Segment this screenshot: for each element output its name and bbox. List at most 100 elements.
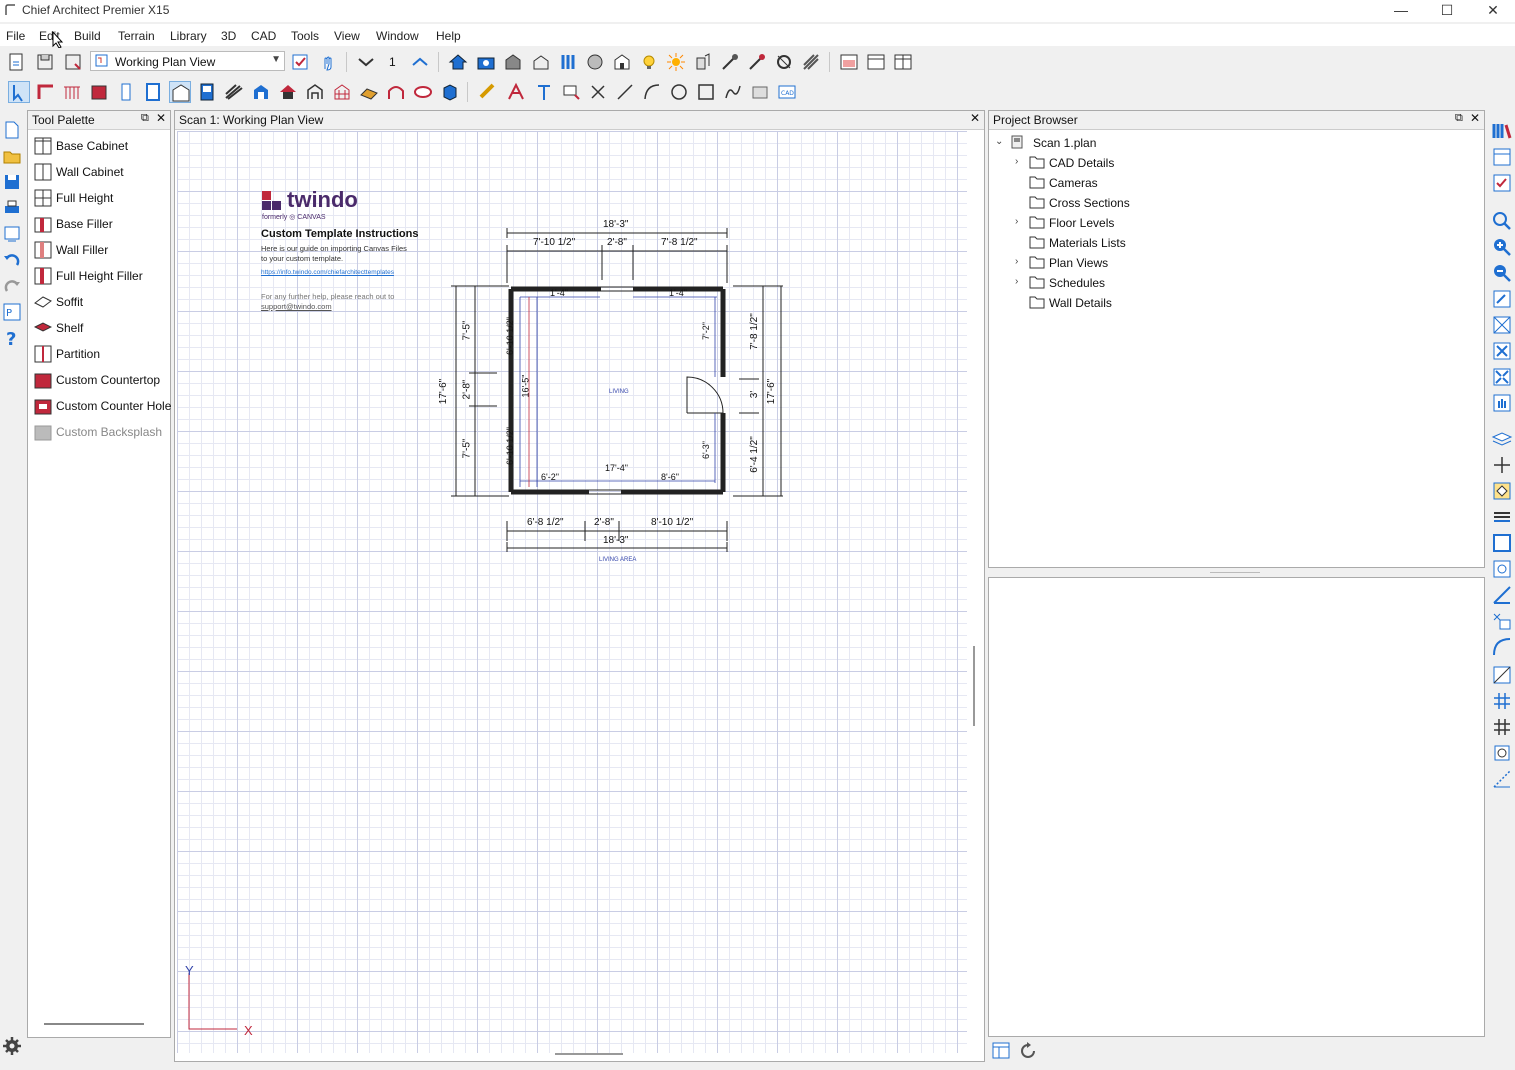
cross-section-icon[interactable]: [530, 51, 552, 73]
fixture-icon[interactable]: [250, 81, 272, 103]
close-window-button[interactable]: ✕: [1470, 0, 1515, 22]
maximize-button[interactable]: ☐: [1424, 0, 1470, 22]
zoom-in-icon[interactable]: [1491, 236, 1513, 258]
stripes-icon[interactable]: [800, 51, 822, 73]
fill-window-building-icon[interactable]: [1491, 340, 1513, 362]
help-icon[interactable]: ?: [2, 328, 22, 348]
cabinet-icon[interactable]: [88, 81, 110, 103]
angle-snap-icon[interactable]: [1491, 584, 1513, 606]
roof-icon[interactable]: [277, 81, 299, 103]
dormer-icon[interactable]: [304, 81, 326, 103]
callout-icon[interactable]: [560, 81, 582, 103]
minimize-button[interactable]: —: [1378, 0, 1424, 22]
print-preview-icon[interactable]: [2, 224, 22, 244]
menu-build[interactable]: Build: [74, 29, 101, 43]
close-palette-icon[interactable]: ✕: [156, 111, 166, 125]
circle-icon[interactable]: [668, 81, 690, 103]
render-icon[interactable]: [584, 51, 606, 73]
window-tile-icon[interactable]: [865, 51, 887, 73]
3d-box-icon[interactable]: [439, 81, 461, 103]
paint-icon[interactable]: [746, 51, 768, 73]
hand-select-icon[interactable]: [317, 51, 339, 73]
walkthrough-icon[interactable]: [557, 51, 579, 73]
slope-icon[interactable]: [1491, 768, 1513, 790]
cad-detail-icon[interactable]: CAD: [776, 81, 798, 103]
draw-walls-icon[interactable]: [35, 81, 57, 103]
menu-library[interactable]: Library: [170, 29, 207, 43]
gear-icon[interactable]: [2, 1036, 22, 1056]
floor-plan-drawing[interactable]: [175, 111, 984, 1061]
chevron-right-icon[interactable]: ›: [1015, 216, 1025, 227]
spline-icon[interactable]: [722, 81, 744, 103]
reference-display-icon[interactable]: P: [2, 302, 22, 322]
palette-item-wall-cabinet[interactable]: Wall Cabinet: [32, 161, 172, 185]
grid-snap-icon[interactable]: [1491, 664, 1513, 686]
palette-item-custom-countertop[interactable]: Custom Countertop: [32, 369, 172, 393]
rectangle-icon[interactable]: [695, 81, 717, 103]
palette-item-full-height-filler[interactable]: Full Height Filler: [32, 265, 172, 289]
object-snap-icon[interactable]: [1491, 480, 1513, 502]
cad-x-icon[interactable]: [587, 81, 609, 103]
snap-check-icon[interactable]: [1491, 610, 1513, 632]
chevron-down-icon[interactable]: ⌄: [995, 136, 1005, 147]
palette-item-base-filler[interactable]: Base Filler: [32, 213, 172, 237]
door-icon[interactable]: [142, 81, 164, 103]
close-browser-icon[interactable]: ✕: [1470, 111, 1480, 125]
fill-window-icon[interactable]: [1491, 314, 1513, 336]
window-icon[interactable]: [196, 81, 218, 103]
redo-icon[interactable]: [2, 276, 22, 296]
menu-help[interactable]: Help: [436, 29, 461, 43]
save-plan-icon[interactable]: [34, 51, 56, 73]
new-document-icon[interactable]: [2, 120, 22, 140]
crosshair-icon[interactable]: [1491, 454, 1513, 476]
text-arrow-icon[interactable]: [505, 81, 527, 103]
light-icon[interactable]: [638, 51, 660, 73]
view-select[interactable]: Working Plan View ▼: [90, 51, 285, 71]
reference-grid-icon[interactable]: [1491, 716, 1513, 738]
frame-icon[interactable]: [1491, 532, 1513, 554]
browser-view-icon[interactable]: [991, 1040, 1013, 1062]
split-view-icon[interactable]: [892, 51, 914, 73]
arch-icon[interactable]: [385, 81, 407, 103]
terrain-icon[interactable]: [358, 81, 380, 103]
palette-scrollbar[interactable]: [44, 1023, 144, 1025]
palette-item-partition[interactable]: Partition: [32, 343, 172, 367]
stairs-icon[interactable]: [223, 81, 245, 103]
doll-house-icon[interactable]: [502, 51, 524, 73]
undo-icon[interactable]: [2, 250, 22, 270]
palette-item-shelf[interactable]: Shelf: [32, 317, 172, 341]
railing-icon[interactable]: [61, 81, 83, 103]
palette-item-wall-filler[interactable]: Wall Filler: [32, 239, 172, 263]
text-icon[interactable]: [533, 81, 555, 103]
palette-item-custom-counter-hole[interactable]: Custom Counter Hole: [32, 395, 172, 419]
palette-item-soffit[interactable]: Soffit: [32, 291, 172, 315]
camera-icon[interactable]: [475, 51, 497, 73]
print-icon[interactable]: [2, 198, 22, 218]
line-icon[interactable]: [614, 81, 636, 103]
view-settings-icon[interactable]: [289, 51, 311, 73]
eyedropper-icon[interactable]: [719, 51, 741, 73]
undock-browser-icon[interactable]: ⧉: [1455, 112, 1463, 125]
material-icon[interactable]: [692, 51, 714, 73]
palette-item-full-height[interactable]: Full Height: [32, 187, 172, 211]
cad-block-icon[interactable]: [749, 81, 771, 103]
up-floor-icon[interactable]: [409, 51, 431, 73]
zoom-icon[interactable]: [1491, 210, 1513, 232]
splitter-handle[interactable]: [1210, 572, 1260, 573]
menu-view[interactable]: View: [334, 29, 360, 43]
layers-icon[interactable]: [1491, 428, 1513, 450]
undock-icon[interactable]: ⧉: [141, 112, 149, 125]
menu-window[interactable]: Window: [376, 29, 419, 43]
elevation-icon[interactable]: [611, 51, 633, 73]
object-transform-icon[interactable]: [1491, 742, 1513, 764]
framing-icon[interactable]: [331, 81, 353, 103]
undo-zoom-icon[interactable]: [1491, 288, 1513, 310]
chevron-right-icon[interactable]: ›: [1015, 256, 1025, 267]
menu-tools[interactable]: Tools: [291, 29, 319, 43]
select-objects-icon[interactable]: [8, 81, 30, 103]
chevron-right-icon[interactable]: ›: [1015, 276, 1025, 287]
library-browser-icon[interactable]: [1491, 120, 1513, 142]
house-view-icon[interactable]: [447, 51, 469, 73]
electrical-icon[interactable]: [412, 81, 434, 103]
dimension-icon[interactable]: [477, 81, 499, 103]
